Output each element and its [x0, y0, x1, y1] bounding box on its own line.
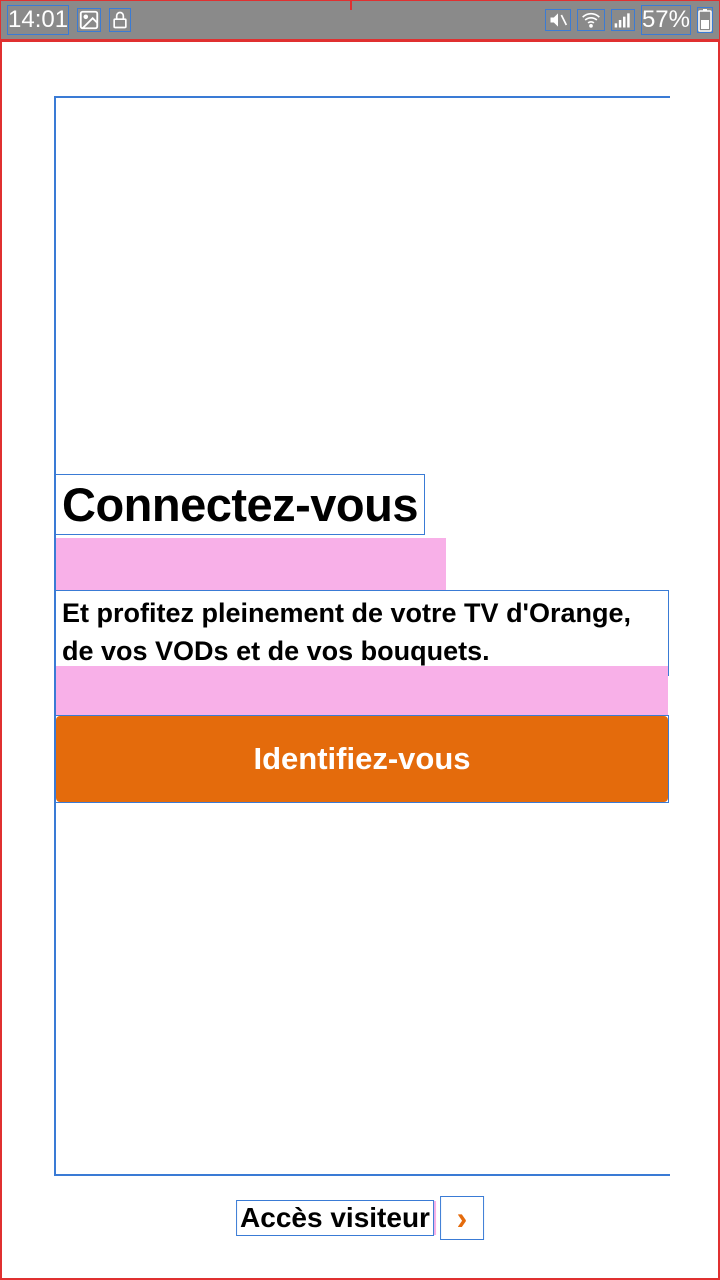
login-button[interactable]: Identifiez-vous — [56, 716, 668, 802]
lock-icon — [109, 8, 131, 32]
page-title: Connectez-vous — [62, 477, 418, 532]
visitor-link-label: Accès visiteur — [240, 1202, 430, 1233]
content-frame: Connectez-vous Et profitez pleinement de… — [54, 96, 670, 1176]
battery-icon — [697, 7, 713, 33]
chevron-right-icon: › — [440, 1196, 484, 1240]
battery-percentage: 57% — [641, 5, 691, 35]
page-subtitle-box: Et profitez pleinement de votre TV d'Ora… — [55, 590, 669, 676]
status-time: 14:01 — [7, 5, 69, 35]
status-bar-right: 57% — [545, 5, 713, 35]
wifi-icon — [577, 9, 605, 31]
mute-icon — [545, 9, 571, 31]
signal-icon — [611, 9, 635, 31]
debug-spacer — [56, 538, 446, 590]
debug-spacer — [56, 666, 668, 716]
status-bar-left: 14:01 — [7, 5, 131, 35]
image-icon — [77, 8, 101, 32]
page-title-box: Connectez-vous — [55, 474, 425, 535]
status-bar: 14:01 57% — [0, 0, 720, 40]
page-subtitle: Et profitez pleinement de votre TV d'Ora… — [62, 595, 662, 671]
visitor-access-link[interactable]: Accès visiteur › — [236, 1196, 484, 1240]
